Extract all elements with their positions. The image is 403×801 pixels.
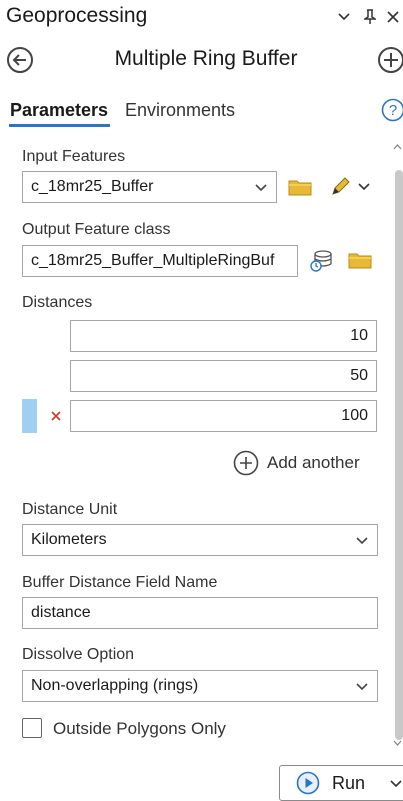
chevron-down-icon[interactable]	[390, 780, 402, 788]
buffer-field-value: distance	[31, 604, 91, 622]
chevron-down-icon	[254, 178, 268, 198]
distance-unit-value: Kilometers	[31, 531, 107, 549]
chevron-down-icon	[338, 13, 350, 21]
chevron-down-icon	[355, 677, 369, 697]
distance-value: 10	[350, 327, 368, 345]
outside-polygons-checkbox[interactable]	[22, 718, 42, 738]
dissolve-option-value: Non-overlapping (rings)	[31, 677, 198, 695]
folder-icon	[288, 177, 312, 197]
pin-icon	[364, 9, 376, 25]
distance-value-input[interactable]: 10	[70, 320, 377, 352]
row-selection-marker[interactable]	[22, 399, 37, 433]
pencil-icon	[329, 176, 351, 198]
distances-label: Distances	[22, 294, 92, 312]
dissolve-option-label: Dissolve Option	[22, 646, 134, 664]
buffer-field-input[interactable]: distance	[22, 597, 378, 629]
add-another-button[interactable]: Add another	[232, 449, 360, 477]
distance-unit-label: Distance Unit	[22, 501, 117, 519]
buffer-field-label: Buffer Distance Field Name	[22, 574, 217, 592]
tab-parameters[interactable]: Parameters	[10, 100, 108, 121]
active-tab-indicator	[9, 124, 110, 127]
add-icon	[376, 45, 403, 75]
chevron-down-icon	[355, 531, 369, 551]
browse-output-button[interactable]	[347, 248, 373, 272]
dissolve-option-select[interactable]: Non-overlapping (rings)	[22, 670, 378, 702]
help-button[interactable]: ?	[381, 98, 403, 122]
output-feature-class-value: c_18mr25_Buffer_MultipleRingBuf	[31, 252, 274, 270]
play-icon	[296, 771, 320, 795]
input-features-label: Input Features	[22, 148, 125, 166]
browse-input-button[interactable]	[287, 174, 313, 200]
scroll-up-icon[interactable]	[392, 142, 403, 152]
distance-value: 50	[350, 367, 368, 385]
add-another-label: Add another	[267, 453, 360, 473]
help-icon: ?	[381, 98, 403, 122]
close-icon	[50, 410, 62, 422]
output-options-button[interactable]	[307, 246, 335, 274]
database-edit-icon	[308, 247, 334, 273]
distance-value: 100	[341, 407, 368, 425]
close-pane-button[interactable]	[383, 6, 403, 28]
pane-options-button[interactable]	[334, 6, 354, 28]
input-features-value: c_18mr25_Buffer	[31, 178, 153, 196]
folder-icon	[348, 250, 372, 270]
sketch-features-button[interactable]	[327, 174, 353, 200]
output-feature-class-label: Output Feature class	[22, 221, 171, 239]
output-feature-class-input[interactable]: c_18mr25_Buffer_MultipleRingBuf	[22, 245, 298, 277]
scrollbar-thumb[interactable]	[395, 170, 403, 740]
distance-unit-select[interactable]: Kilometers	[22, 524, 378, 556]
input-features-select[interactable]: c_18mr25_Buffer	[22, 171, 277, 203]
close-icon	[387, 11, 399, 23]
tool-title: Multiple Ring Buffer	[0, 47, 403, 71]
svg-text:?: ?	[389, 102, 397, 119]
tab-environments[interactable]: Environments	[125, 100, 235, 121]
pin-button[interactable]	[360, 6, 380, 28]
distance-value-input[interactable]: 100	[70, 400, 377, 432]
run-label: Run	[332, 773, 365, 794]
add-tool-button[interactable]	[376, 45, 403, 75]
pane-title: Geoprocessing	[6, 4, 147, 28]
outside-polygons-label: Outside Polygons Only	[53, 719, 226, 739]
chevron-down-icon	[358, 183, 370, 191]
run-button[interactable]: Run	[279, 765, 403, 801]
distance-value-input[interactable]: 50	[70, 360, 377, 392]
sketch-options-button[interactable]	[356, 179, 372, 195]
delete-row-button[interactable]	[48, 408, 64, 424]
add-icon	[232, 449, 260, 477]
